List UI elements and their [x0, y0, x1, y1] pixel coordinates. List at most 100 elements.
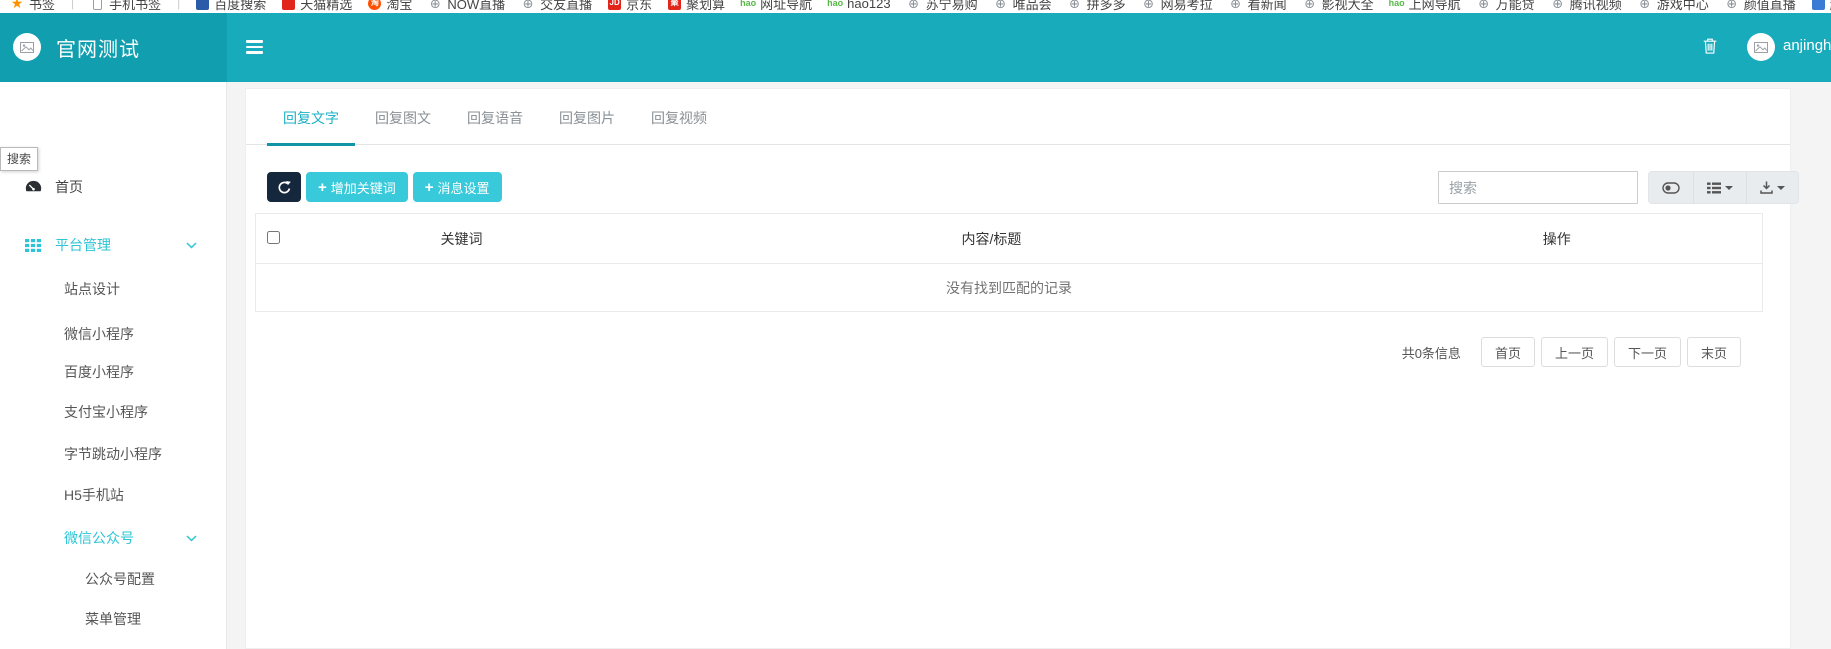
bookmark-label: 万能贷 — [1495, 0, 1535, 12]
bookmark-item[interactable]: 淘淘宝 — [368, 0, 412, 13]
sidebar-item-label: 支付宝小程序 — [64, 404, 148, 420]
bookmark-label: 拼多多 — [1086, 0, 1126, 12]
tab-reply-voice[interactable]: 回复语音 — [451, 89, 539, 145]
tab-reply-image[interactable]: 回复图片 — [543, 89, 631, 145]
refresh-icon — [278, 180, 291, 193]
table-header-row: 关键词 内容/标题 操作 — [255, 213, 1763, 264]
image-icon — [20, 41, 34, 53]
bookmark-label: 百度搜索 — [214, 0, 267, 12]
chevron-down-icon — [186, 534, 197, 542]
bookmark-item[interactable]: ⊕ 唯品会 — [994, 0, 1051, 13]
tab-reply-text[interactable]: 回复文字 — [267, 89, 355, 146]
refresh-button[interactable] — [267, 172, 301, 202]
plus-icon: + — [424, 178, 434, 196]
user-avatar[interactable] — [1747, 33, 1775, 61]
sidebar-item-wechat-official-account[interactable]: 微信公众号 — [0, 524, 226, 552]
username[interactable]: anjingh — [1783, 37, 1831, 54]
bookmark-item[interactable]: ⊕ NOW直播 — [428, 0, 505, 13]
tmall-icon — [282, 0, 296, 10]
export-button[interactable] — [1747, 172, 1798, 203]
bookmark-item[interactable]: hao hao123 — [827, 0, 891, 11]
hao-icon: hao — [740, 0, 757, 8]
bookmark-label: 京东 — [626, 0, 653, 12]
sidebar-item-home[interactable]: 首页 — [0, 173, 226, 201]
bookmark-label: 影视大全 — [1321, 0, 1374, 12]
caret-down-icon — [1725, 185, 1733, 190]
first-page-button[interactable]: 首页 — [1480, 337, 1535, 367]
sidebar-item-site-design[interactable]: 站点设计 — [0, 275, 226, 303]
sidebar-toggle-button[interactable] — [246, 37, 270, 57]
bookmark-label: 淘宝 — [386, 0, 413, 12]
next-page-button[interactable]: 下一页 — [1613, 337, 1681, 367]
bookmark-item[interactable]: 百度搜索 — [196, 0, 266, 13]
bookmark-item[interactable]: ⊕ 万能贷 — [1477, 0, 1535, 13]
bookmark-item[interactable]: ⊕ 拼多多 — [1068, 0, 1126, 13]
content-panel: 回复文字 回复图文 回复语音 回复图片 回复视频 + 增加关键词 + 消息设置 — [245, 88, 1799, 649]
sidebar-item-h5-mobile-site[interactable]: H5手机站 — [0, 481, 226, 509]
bookmark-item[interactable]: ⊕ 腾讯视频 — [1551, 0, 1621, 13]
sidebar-item-platform-management[interactable]: 平台管理 — [0, 231, 226, 259]
bookmark-label: 颜值直播 — [1743, 0, 1796, 12]
sidebar-item-alipay-miniprogram[interactable]: 支付宝小程序 — [0, 398, 226, 426]
bookmark-label: 交友直播 — [540, 0, 593, 12]
sidebar-item-label: 首页 — [55, 179, 83, 195]
bookmark-label: 聚划算 — [686, 0, 726, 12]
browser-bookmarks-bar: ★ 书签 | 手机书签 | 百度搜索 天猫精选 淘淘宝 ⊕ NOW直播 ⊕ 交友直播 JD… — [0, 0, 1831, 13]
separator: | — [71, 0, 75, 10]
bookmark-item[interactable]: hao 网址导航 — [740, 0, 812, 13]
last-page-button[interactable]: 末页 — [1686, 337, 1741, 367]
bookmark-item[interactable]: 天猫精选 — [282, 0, 352, 13]
bookmark-item[interactable]: hao 上网导航 — [1389, 0, 1461, 13]
bookmark-item[interactable]: ⊕ 看新闻 — [1229, 0, 1286, 13]
toggle-view-button[interactable] — [1649, 172, 1694, 203]
message-setting-button[interactable]: + 消息设置 — [412, 172, 502, 202]
caret-down-icon — [1777, 185, 1785, 190]
bookmark-label: hao123 — [847, 0, 891, 11]
tab-reply-video[interactable]: 回复视频 — [635, 89, 723, 145]
column-header-keyword: 关键词 — [291, 213, 632, 264]
globe-icon: ⊕ — [908, 0, 920, 11]
bookmark-item[interactable]: ★ 书签 — [10, 0, 55, 13]
sidebar-item-label: 微信公众号 — [64, 530, 134, 546]
bookmark-label: 网易考拉 — [1160, 0, 1213, 12]
bookmark-item[interactable]: ⊕ 网易考拉 — [1142, 0, 1213, 13]
taobao-icon: 淘 — [368, 0, 382, 10]
columns-button[interactable] — [1694, 172, 1747, 203]
globe-icon: ⊕ — [995, 0, 1007, 11]
chevron-down-icon — [186, 241, 197, 249]
trash-icon[interactable] — [1703, 38, 1717, 59]
table-toolbar-right — [1438, 171, 1799, 204]
table-tools — [1648, 171, 1799, 204]
brand[interactable]: 官网测试 — [0, 12, 227, 82]
bookmark-item[interactable]: ⊕ 影视大全 — [1303, 0, 1374, 13]
bookmark-item[interactable]: ⊕ 游戏中心 — [1638, 0, 1708, 13]
grid-icon — [25, 238, 41, 252]
sidebar-item-bytedance-miniprogram[interactable]: 字节跳动小程序 — [0, 440, 226, 468]
sidebar-item-baidu-miniprogram[interactable]: 百度小程序 — [0, 358, 226, 386]
column-header-actions: 操作 — [1351, 213, 1763, 264]
prev-page-button[interactable]: 上一页 — [1540, 337, 1608, 367]
sidebar-item-label: 站点设计 — [64, 281, 120, 297]
app-title: 官网测试 — [56, 38, 140, 61]
screen: ★ 书签 | 手机书签 | 百度搜索 天猫精选 淘淘宝 ⊕ NOW直播 ⊕ 交友直播 JD… — [0, 0, 1831, 649]
bookmark-item[interactable]: 超级名片 — [1811, 0, 1831, 13]
add-keyword-button[interactable]: + 增加关键词 — [306, 172, 408, 202]
image-icon — [1754, 41, 1768, 53]
baidu-icon — [196, 0, 210, 10]
bookmark-item[interactable]: ⊕ 苏宁易购 — [907, 0, 977, 13]
bookmark-label: 上网导航 — [1408, 0, 1461, 12]
globe-icon: ⊕ — [1069, 0, 1081, 11]
globe-icon: ⊕ — [1478, 0, 1490, 11]
bookmark-item[interactable]: 手机书签 — [90, 0, 161, 13]
search-input[interactable] — [1438, 171, 1638, 204]
sidebar-item-wechat-miniprogram[interactable]: 微信小程序 — [0, 320, 226, 348]
sidebar-item-account-config[interactable]: 公众号配置 — [0, 565, 226, 593]
bookmark-item[interactable]: ⊕ 颜值直播 — [1725, 0, 1796, 13]
bookmark-item[interactable]: 聚聚划算 — [668, 0, 725, 13]
bookmark-item[interactable]: ⊕ 交友直播 — [521, 0, 592, 13]
tab-reply-imagetext[interactable]: 回复图文 — [359, 89, 447, 145]
bookmark-item[interactable]: JD 京东 — [608, 0, 652, 13]
sidebar-item-menu-management[interactable]: 菜单管理 — [0, 605, 226, 633]
select-all-checkbox[interactable] — [267, 230, 281, 244]
pagination: 共0条信息 首页 上一页 下一页 末页 — [1402, 337, 1741, 367]
